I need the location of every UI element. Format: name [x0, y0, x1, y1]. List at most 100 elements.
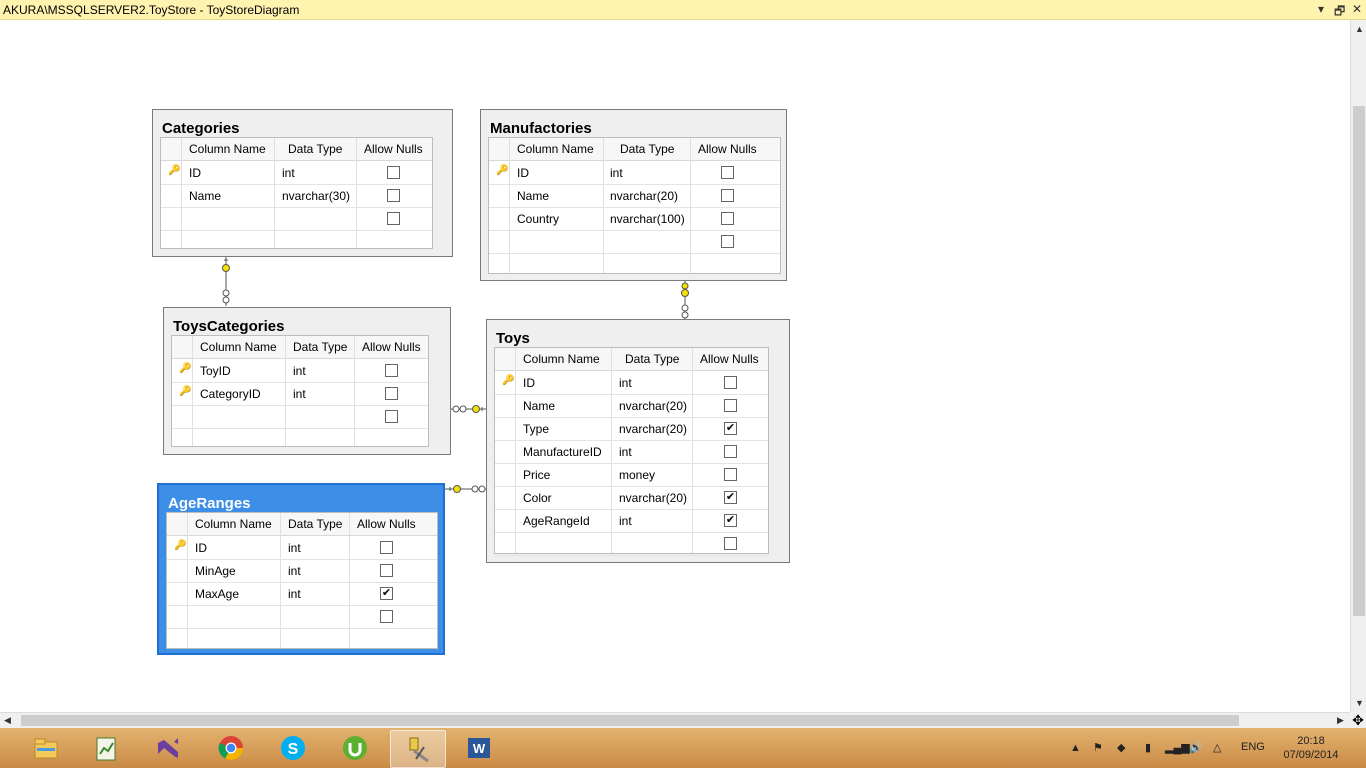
taskbar-visual-studio[interactable] — [141, 730, 195, 766]
column-name[interactable]: CategoryID — [200, 387, 261, 401]
table-row[interactable]: MinAge int — [167, 559, 437, 583]
allow-nulls-checkbox[interactable] — [724, 445, 737, 458]
data-type[interactable]: nvarchar(30) — [282, 189, 350, 203]
column-name[interactable]: AgeRangeId — [523, 514, 590, 528]
taskbar-word[interactable]: W — [452, 730, 506, 766]
table-row[interactable]: 🔑 ID int — [161, 161, 432, 185]
data-type[interactable]: nvarchar(20) — [619, 422, 687, 436]
scroll-thumb[interactable] — [1353, 106, 1365, 616]
table-ageranges[interactable]: AgeRanges Column Name Data Type Allow Nu… — [157, 483, 445, 655]
table-row[interactable]: Color nvarchar(20) ✔ — [495, 486, 768, 510]
allow-nulls-checkbox[interactable] — [380, 541, 393, 554]
column-name[interactable]: MaxAge — [195, 587, 239, 601]
table-row[interactable]: 🔑 ID int — [489, 161, 780, 185]
data-type[interactable]: int — [619, 445, 632, 459]
data-type[interactable]: money — [619, 468, 655, 482]
allow-nulls-checkbox[interactable] — [721, 212, 734, 225]
allow-nulls-checkbox[interactable] — [385, 387, 398, 400]
column-name[interactable]: Name — [523, 399, 555, 413]
table-toys[interactable]: Toys Column Name Data Type Allow Nulls 🔑… — [486, 319, 790, 563]
taskbar-utorrent[interactable] — [328, 730, 382, 766]
taskbar-skype[interactable]: S — [266, 730, 320, 766]
table-row[interactable]: 🔑 ID int — [167, 536, 437, 560]
table-row[interactable] — [161, 207, 432, 231]
allow-nulls-checkbox-checked[interactable]: ✔ — [724, 514, 737, 527]
data-type[interactable]: nvarchar(20) — [619, 399, 687, 413]
table-categories[interactable]: Categories Column Name Data Type Allow N… — [152, 109, 453, 257]
allow-nulls-checkbox[interactable] — [721, 166, 734, 179]
table-row[interactable]: 🔑 ID int — [495, 371, 768, 395]
table-row[interactable] — [495, 532, 768, 556]
column-name[interactable]: Color — [523, 491, 552, 505]
network-icon[interactable]: ▂▄▆ — [1165, 741, 1190, 754]
allow-nulls-checkbox[interactable] — [387, 166, 400, 179]
table-row[interactable] — [172, 405, 428, 429]
table-row[interactable]: Name nvarchar(30) — [161, 184, 432, 208]
data-type[interactable]: int — [610, 166, 623, 180]
data-type[interactable]: int — [282, 166, 295, 180]
column-name[interactable]: ID — [195, 541, 207, 555]
column-name[interactable]: ID — [517, 166, 529, 180]
column-name[interactable]: Price — [523, 468, 550, 482]
data-type[interactable]: nvarchar(20) — [619, 491, 687, 505]
allow-nulls-checkbox[interactable] — [724, 468, 737, 481]
scroll-thumb[interactable] — [21, 715, 1239, 726]
column-name[interactable]: ManufactureID — [523, 445, 602, 459]
table-row[interactable] — [489, 230, 780, 254]
allow-nulls-checkbox[interactable] — [385, 410, 398, 423]
column-name[interactable]: Country — [517, 212, 559, 226]
allow-nulls-checkbox[interactable] — [721, 189, 734, 202]
google-drive-icon[interactable]: △ — [1213, 741, 1221, 754]
vertical-scrollbar[interactable]: ▲ ▼ — [1350, 20, 1366, 712]
table-row[interactable]: Country nvarchar(100) — [489, 207, 780, 231]
column-name[interactable]: Name — [517, 189, 549, 203]
allow-nulls-checkbox[interactable] — [387, 189, 400, 202]
data-type[interactable]: int — [293, 387, 306, 401]
data-type[interactable]: int — [288, 564, 301, 578]
data-type[interactable]: int — [293, 364, 306, 378]
column-name[interactable]: ToyID — [200, 364, 231, 378]
move-icon[interactable]: ✥ — [1350, 712, 1366, 728]
table-row[interactable]: Name nvarchar(20) — [489, 184, 780, 208]
table-row[interactable]: AgeRangeId int ✔ — [495, 509, 768, 533]
taskbar-sql-server-management-studio[interactable] — [390, 730, 446, 768]
table-manufactories[interactable]: Manufactories Column Name Data Type Allo… — [480, 109, 787, 281]
data-type[interactable]: int — [619, 514, 632, 528]
table-row[interactable]: MaxAge int ✔ — [167, 582, 437, 606]
scroll-down-icon[interactable]: ▼ — [1355, 698, 1364, 708]
column-name[interactable]: ID — [189, 166, 201, 180]
table-row[interactable]: Name nvarchar(20) — [495, 394, 768, 418]
dropbox-icon[interactable]: ◆ — [1117, 741, 1125, 754]
allow-nulls-checkbox[interactable] — [721, 235, 734, 248]
data-type[interactable]: int — [619, 376, 632, 390]
taskbar-chrome[interactable] — [204, 730, 258, 766]
scroll-left-icon[interactable]: ◀ — [4, 715, 11, 725]
allow-nulls-checkbox-checked[interactable]: ✔ — [724, 491, 737, 504]
column-name[interactable]: Name — [189, 189, 221, 203]
data-type[interactable]: int — [288, 541, 301, 555]
data-type[interactable]: int — [288, 587, 301, 601]
column-name[interactable]: MinAge — [195, 564, 236, 578]
taskbar-file-explorer[interactable] — [19, 730, 73, 766]
allow-nulls-checkbox-checked[interactable]: ✔ — [380, 587, 393, 600]
table-row[interactable] — [167, 605, 437, 629]
table-row[interactable]: ManufactureID int — [495, 440, 768, 464]
table-row[interactable]: Type nvarchar(20) ✔ — [495, 417, 768, 441]
allow-nulls-checkbox[interactable] — [724, 376, 737, 389]
data-type[interactable]: nvarchar(20) — [610, 189, 678, 203]
table-row[interactable]: Price money — [495, 463, 768, 487]
clock[interactable]: 20:18 07/09/2014 — [1276, 734, 1346, 762]
allow-nulls-checkbox[interactable] — [380, 564, 393, 577]
column-name[interactable]: ID — [523, 376, 535, 390]
horizontal-scrollbar[interactable]: ◀ ▶ — [0, 712, 1350, 728]
language-indicator[interactable]: ENG — [1241, 741, 1265, 753]
allow-nulls-checkbox[interactable] — [724, 537, 737, 550]
allow-nulls-checkbox[interactable] — [385, 364, 398, 377]
table-row[interactable]: 🔑 ToyID int — [172, 359, 428, 383]
column-name[interactable]: Type — [523, 422, 549, 436]
data-type[interactable]: nvarchar(100) — [610, 212, 685, 226]
taskbar-project-app[interactable] — [79, 730, 133, 766]
volume-icon[interactable]: 🔊 — [1189, 741, 1203, 754]
allow-nulls-checkbox-checked[interactable]: ✔ — [724, 422, 737, 435]
scroll-up-icon[interactable]: ▲ — [1355, 24, 1364, 34]
